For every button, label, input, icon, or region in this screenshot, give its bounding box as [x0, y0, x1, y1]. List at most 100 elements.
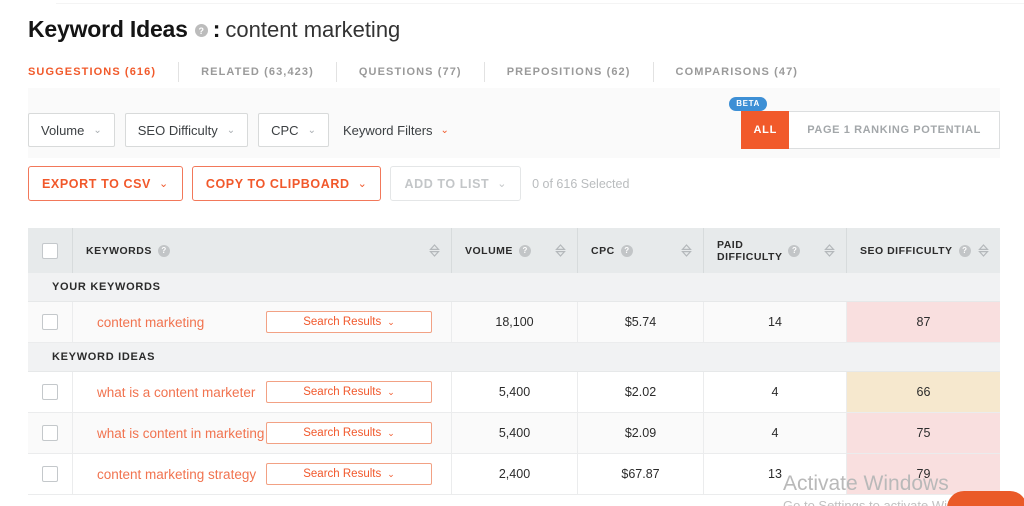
volume-value: 18,100: [495, 315, 534, 329]
keyword-link[interactable]: what is a content marketer: [73, 385, 255, 400]
sort-volume-icon[interactable]: [555, 243, 566, 258]
row-cpc-cell: $67.87: [578, 454, 704, 494]
chevron-down-icon: ⌄: [497, 178, 508, 190]
search-results-label: Search Results: [303, 427, 382, 439]
chevron-down-icon: ⌄: [226, 124, 236, 136]
header-cpc-label: CPC: [591, 244, 615, 257]
tab-suggestions[interactable]: SUGGESTIONS (616): [28, 62, 178, 82]
title-keyword: content marketing: [225, 16, 401, 42]
volume-help-icon[interactable]: ?: [518, 244, 531, 257]
ranking-toggle-group: BETA ALL PAGE 1 RANKING POTENTIAL: [729, 97, 1000, 149]
row-select-cell: [28, 372, 73, 412]
export-to-csv-button[interactable]: EXPORT TO CSV ⌄: [28, 166, 183, 201]
header-paid-difficulty-line1: PAID: [717, 238, 744, 251]
sort-paid-difficulty-icon[interactable]: [824, 243, 835, 258]
table-row[interactable]: what is content in marketing Search Resu…: [28, 413, 1000, 454]
chevron-down-icon: ⌄: [307, 124, 316, 136]
cpc-value: $67.87: [621, 467, 660, 481]
row-checkbox[interactable]: [42, 314, 58, 330]
volume-value: 5,400: [498, 385, 531, 399]
header-paid-difficulty-label-wrap: PAID DIFFICULTY: [704, 239, 782, 263]
tab-prepositions[interactable]: PREPOSITIONS (62): [483, 61, 653, 82]
header-keywords-cell: KEYWORDS ?: [73, 228, 452, 273]
sort-seo-difficulty-icon[interactable]: [978, 243, 989, 258]
keyword-link[interactable]: content marketing strategy: [73, 467, 256, 482]
copy-to-clipboard-button[interactable]: COPY TO CLIPBOARD ⌄: [191, 166, 382, 201]
tab-related[interactable]: RELATED (63,423): [178, 61, 336, 82]
search-results-button[interactable]: Search Results ⌄: [266, 381, 432, 403]
title-help-icon[interactable]: ?: [194, 24, 208, 37]
keyword-filters-label: Keyword Filters: [342, 122, 433, 138]
keyword-link[interactable]: content marketing: [73, 315, 204, 330]
keyword-filters-dropdown[interactable]: Keyword Filters ⌄: [343, 123, 449, 138]
title-separator: :: [212, 16, 221, 42]
seo-difficulty-help-icon[interactable]: ?: [958, 244, 971, 257]
row-paid-difficulty-cell: 14: [704, 302, 847, 342]
table-row[interactable]: content marketing strategy Search Result…: [28, 454, 1000, 495]
row-volume-cell: 5,400: [452, 413, 578, 453]
sort-cpc-icon[interactable]: [681, 243, 692, 258]
sort-keywords-icon[interactable]: [429, 243, 440, 258]
page-title: Keyword Ideas ? : content marketing: [28, 16, 400, 43]
header-volume-cell: VOLUME ?: [452, 228, 578, 273]
row-keyword-cell: what is a content marketer Search Result…: [73, 372, 452, 412]
chevron-down-icon: ⌄: [387, 427, 395, 438]
add-to-list-button: ADD TO LIST ⌄: [390, 166, 522, 201]
add-to-list-label: ADD TO LIST: [404, 176, 490, 191]
row-paid-difficulty-cell: 4: [704, 372, 847, 412]
seo-difficulty-value: 87: [916, 315, 931, 329]
table-header-row: KEYWORDS ? VOLUME ? CPC ? PAID DIFFICULT…: [28, 228, 1000, 273]
action-bar: EXPORT TO CSV ⌄ COPY TO CLIPBOARD ⌄ ADD …: [28, 166, 629, 201]
search-results-button[interactable]: Search Results ⌄: [266, 463, 432, 485]
header-keywords-label: KEYWORDS: [86, 244, 152, 257]
header-volume-label: VOLUME: [465, 244, 513, 257]
chat-widget-button[interactable]: [947, 491, 1024, 506]
toggle-page1-label: PAGE 1 RANKING POTENTIAL: [807, 124, 981, 136]
filter-seo-difficulty[interactable]: SEO Difficulty ⌄: [124, 113, 249, 147]
cpc-value: $5.74: [624, 315, 657, 329]
selection-count: 0 of 616 Selected: [532, 176, 630, 191]
row-keyword-cell: what is content in marketing Search Resu…: [73, 413, 452, 453]
chevron-down-icon: ⌄: [387, 468, 395, 479]
seo-difficulty-value: 79: [916, 467, 931, 481]
table-row[interactable]: what is a content marketer Search Result…: [28, 372, 1000, 413]
volume-value: 2,400: [498, 467, 531, 481]
page-root: Keyword Ideas ? : content marketing SUGG…: [0, 0, 1024, 506]
select-all-checkbox[interactable]: [42, 242, 58, 259]
top-divider: [56, 3, 1024, 4]
toggle-page1-button[interactable]: PAGE 1 RANKING POTENTIAL: [789, 111, 1000, 149]
chevron-down-icon: ⌄: [93, 124, 102, 136]
row-seo-difficulty-cell: 79: [847, 454, 1000, 494]
row-paid-difficulty-cell: 4: [704, 413, 847, 453]
chevron-down-icon: ⌄: [387, 316, 395, 327]
filter-cpc[interactable]: CPC ⌄: [258, 113, 329, 147]
filter-cpc-label: CPC: [271, 122, 299, 138]
cpc-help-icon[interactable]: ?: [620, 244, 633, 257]
tab-questions[interactable]: QUESTIONS (77): [335, 61, 484, 82]
table-row[interactable]: content marketing Search Results ⌄ 18,10…: [28, 302, 1000, 343]
search-results-label: Search Results: [303, 386, 382, 398]
search-results-label: Search Results: [303, 468, 382, 480]
row-paid-difficulty-cell: 13: [704, 454, 847, 494]
search-results-button[interactable]: Search Results ⌄: [266, 311, 432, 333]
paid-difficulty-help-icon[interactable]: ?: [788, 244, 801, 257]
header-seo-difficulty-cell: SEO DIFFICULTY ?: [847, 228, 1000, 273]
section-header-keyword-ideas: KEYWORD IDEAS: [28, 343, 1000, 372]
cpc-value: $2.09: [624, 426, 657, 440]
toggle-all-button[interactable]: BETA ALL: [729, 97, 790, 149]
filter-bar: Volume ⌄ SEO Difficulty ⌄ CPC ⌄ Keyword …: [28, 88, 1000, 158]
search-results-button[interactable]: Search Results ⌄: [266, 422, 432, 444]
tab-comparisons[interactable]: COMPARISONS (47): [652, 61, 821, 82]
keyword-link[interactable]: what is content in marketing: [73, 426, 264, 441]
filter-seo-difficulty-label: SEO Difficulty: [137, 122, 218, 138]
filter-volume[interactable]: Volume ⌄: [28, 113, 115, 147]
row-seo-difficulty-cell: 75: [847, 413, 1000, 453]
keyword-table: KEYWORDS ? VOLUME ? CPC ? PAID DIFFICULT…: [28, 228, 1000, 495]
row-keyword-cell: content marketing strategy Search Result…: [73, 454, 452, 494]
row-checkbox[interactable]: [42, 466, 58, 482]
row-checkbox[interactable]: [42, 425, 58, 441]
search-results-label: Search Results: [303, 316, 382, 328]
row-checkbox[interactable]: [42, 384, 58, 400]
keywords-help-icon[interactable]: ?: [157, 244, 170, 257]
cpc-value: $2.02: [624, 385, 657, 399]
